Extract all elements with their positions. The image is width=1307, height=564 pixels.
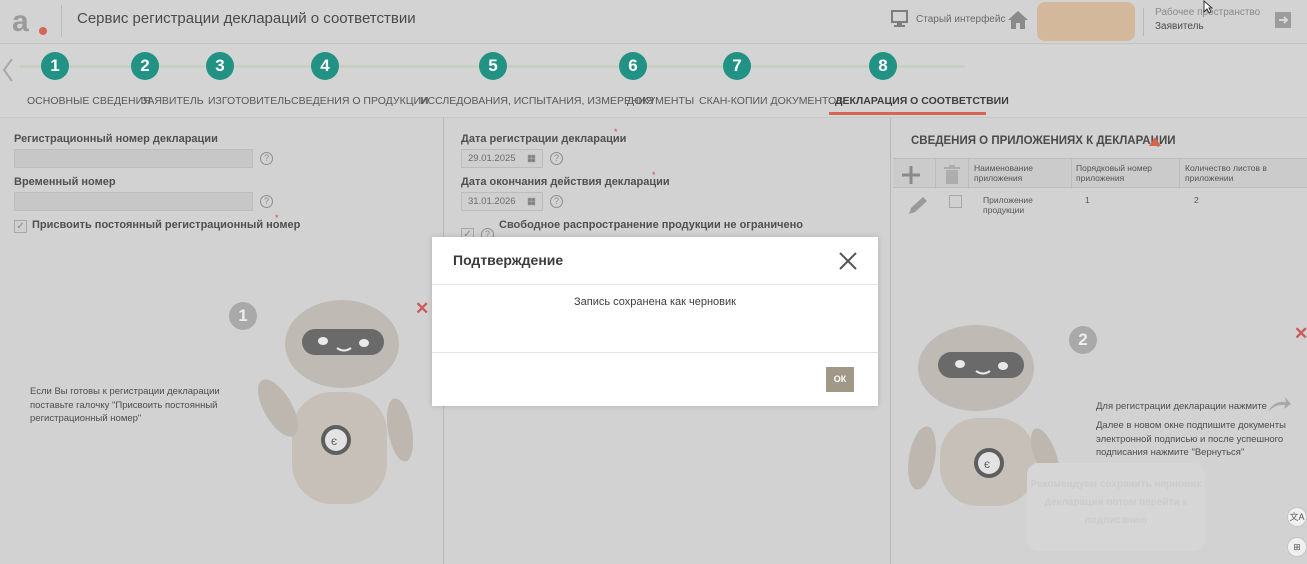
dialog-title: Подтверждение [453,252,564,268]
apps-grid-icon[interactable]: ⊞ [1287,537,1307,557]
column-header-number: Порядковый номер приложения [1076,163,1153,183]
translate-icon[interactable]: 文A [1287,507,1307,527]
hint-text-1: Если Вы готовы к регистрации декларации … [30,386,220,424]
calendar-icon[interactable]: ▦ [527,153,536,164]
user-profile-area[interactable] [1037,2,1135,41]
home-icon[interactable] [1006,9,1030,31]
header-divider [61,5,62,37]
speech-bubble: Рекомендуем сохранить черновик деклараци… [1027,463,1205,551]
tab-declaration[interactable]: ДЕКЛАРАЦИЯ О СООТВЕТСТВИИ [835,95,1009,107]
row-name-cell: Приложение продукции [983,195,1033,215]
help-icon[interactable]: ? [550,152,563,165]
row-number-cell: 1 [1085,195,1090,205]
step-8-number[interactable]: 8 [869,52,897,80]
calendar-icon[interactable]: ▦ [527,196,536,207]
trash-icon[interactable] [943,165,961,185]
active-tab-indicator [829,112,986,115]
robot-illustration-1: є [257,300,414,504]
reg-date-value: 29.01.2025 [468,153,516,164]
end-date-value: 31.01.2026 [468,196,516,207]
assign-number-label: Присвоить постоянный регистрационный ном… [32,219,301,231]
app-title: Сервис регистрации деклараций о соответс… [77,10,416,27]
mouse-cursor-icon [1203,0,1213,14]
header-divider-2 [1143,8,1144,36]
tab-research[interactable]: ИССЛЕДОВАНИЯ, ИСПЫТАНИЯ, ИЗМЕРЕНИЯ [420,95,654,107]
edit-pencil-icon[interactable] [906,195,930,217]
reg-number-label: Регистрационный номер декларации [14,133,218,145]
column-divider [1071,159,1072,189]
row-sheets-cell: 2 [1194,195,1199,205]
svg-text:є: є [331,434,337,448]
temp-number-label: Временный номер [14,176,116,188]
step-6-number[interactable]: 6 [619,52,647,80]
column-divider [968,159,969,189]
tab-manufacturer[interactable]: ИЗГОТОВИТЕЛЬ [208,95,291,107]
svg-text:a: a [12,5,29,38]
old-interface-link[interactable]: Старый интерфейс [890,9,1005,29]
dialog-divider [432,284,878,285]
logout-icon[interactable] [1272,10,1294,30]
required-marker: * [652,170,656,180]
column-divider [1179,159,1180,189]
monitor-icon [891,10,908,27]
free-distribution-label: Свободное распространение продукции не о… [499,219,803,231]
dialog-message: Запись сохранена как черновик [574,296,736,308]
svg-text:є: є [984,457,990,471]
app-logo[interactable]: a [10,4,50,38]
close-hint-icon[interactable]: ✕ [1294,324,1307,344]
end-date-field[interactable]: 31.01.2026 ▦ [461,192,543,211]
attachments-title: СВЕДЕНИЯ О ПРИЛОЖЕНИЯХ К ДЕКЛАРАЦИИ [911,135,1176,147]
step-2-number[interactable]: 2 [131,52,159,80]
arrow-right-icon [1268,397,1291,412]
column-divider [935,159,936,189]
dialog-divider [432,352,878,353]
column-header-name: Наименование приложения [974,163,1033,183]
workspace-value[interactable]: Заявитель [1155,21,1204,32]
required-marker: * [275,213,279,223]
tab-applicant[interactable]: ЗАЯВИТЕЛЬ [141,95,204,107]
wizard-steps: 1 2 3 4 5 6 7 8 ОСНОВНЫЕ СВЕДЕНИЯ ЗАЯВИТ… [0,45,1307,118]
column-divider-2 [890,118,891,564]
tab-product-info[interactable]: СВЕДЕНИЯ О ПРОДУКЦИИ [291,95,429,107]
help-icon[interactable]: ? [260,195,273,208]
reg-number-field[interactable] [14,149,253,168]
old-interface-label: Старый интерфейс [916,13,1006,25]
reg-date-label: Дата регистрации декларации [461,133,627,145]
hint-badge-1: 1 [229,302,257,330]
row-checkbox[interactable] [949,195,962,208]
chevron-left-icon[interactable] [0,55,16,85]
ok-button[interactable]: ОК [826,367,854,392]
step-4-number[interactable]: 4 [311,52,339,80]
tab-documents[interactable]: ДОКУМЕНТЫ [627,95,694,107]
hint-text-2: Далее в новом окне подпишите документы э… [1096,420,1286,458]
confirmation-dialog: Подтверждение Запись сохранена как черно… [432,237,878,406]
tab-general-info[interactable]: ОСНОВНЫЕ СВЕДЕНИЯ [27,95,151,107]
help-icon[interactable]: ? [260,152,273,165]
hint-badge-2: 2 [1069,326,1097,354]
help-icon[interactable]: ? [550,195,563,208]
close-icon[interactable] [836,249,860,273]
tab-scan-copies[interactable]: СКАН-КОПИИ ДОКУМЕНТОВ [699,95,843,107]
collapse-triangle-icon[interactable] [1149,137,1161,146]
step-7-number[interactable]: 7 [723,52,751,80]
add-icon[interactable] [901,165,921,185]
attachments-table-header: Наименование приложения Порядковый номер… [893,158,1307,189]
required-marker: * [614,127,618,137]
app-header: a Сервис регистрации деклараций о соотве… [0,0,1307,44]
end-date-label: Дата окончания действия декларации [461,176,670,188]
step-5-number[interactable]: 5 [479,52,507,80]
reg-date-field[interactable]: 29.01.2025 ▦ [461,149,543,168]
temp-number-field[interactable] [14,192,253,211]
column-header-sheets: Количество листов в приложении [1185,163,1267,183]
step-1-number[interactable]: 1 [41,52,69,80]
assign-number-checkbox[interactable]: ✓ [14,220,27,233]
step-3-number[interactable]: 3 [206,52,234,80]
